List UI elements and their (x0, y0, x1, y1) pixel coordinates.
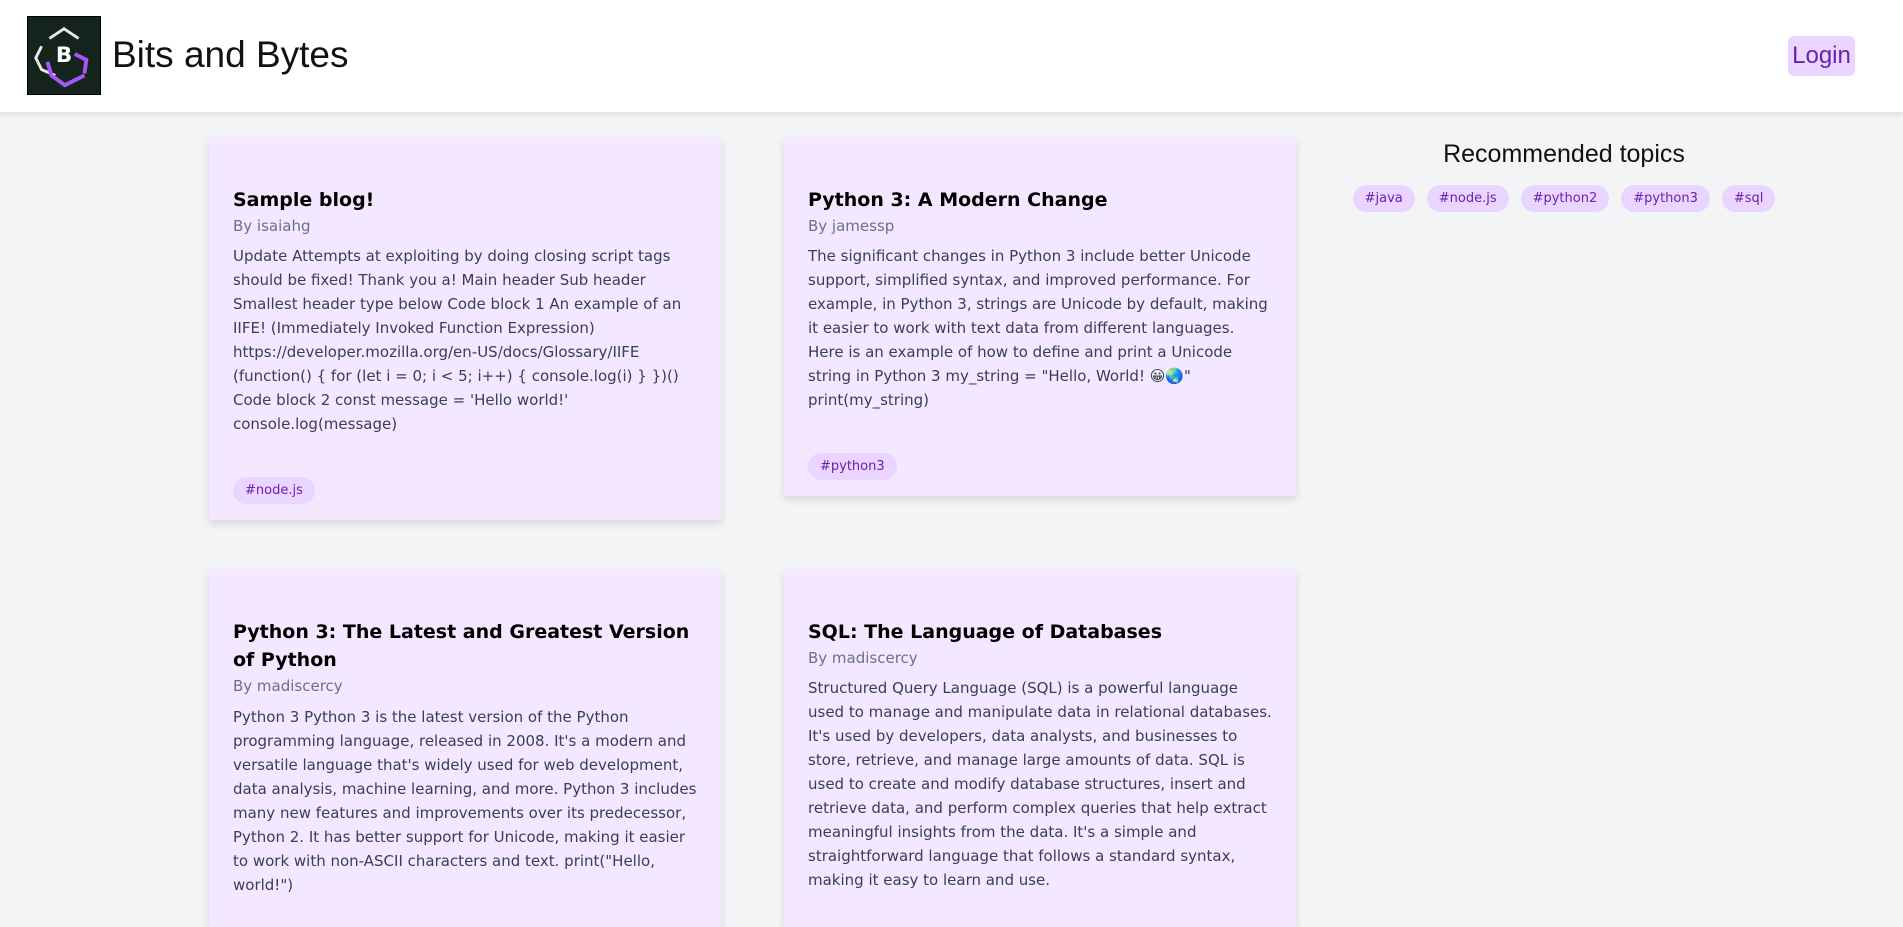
bits-and-bytes-logo-icon: B (34, 26, 89, 88)
topic-tag-sql[interactable]: #sql (1721, 185, 1776, 212)
blog-card-author: By jamessp (808, 217, 895, 235)
logo-letter: B (56, 43, 72, 68)
topic-tag-python3[interactable]: #python3 (1621, 185, 1710, 212)
topic-tag-nodejs[interactable]: #node.js (1426, 185, 1509, 212)
blog-card-excerpt: Structured Query Language (SQL) is a pow… (808, 679, 1272, 889)
blog-card-tag[interactable]: #python3 (808, 453, 897, 480)
recommended-topics-list: #java #node.js #python2 #python3 #sql (1352, 185, 1776, 212)
blog-card[interactable]: Sample blog! By isaiahg Update Attempts … (209, 137, 721, 520)
blog-card-author: By madiscercy (808, 649, 918, 667)
blog-card-tag[interactable]: #node.js (233, 477, 315, 504)
blog-card[interactable]: Python 3: A Modern Change By jamessp The… (784, 137, 1296, 496)
blog-card-excerpt: The significant changes in Python 3 incl… (808, 247, 1268, 409)
blog-card-title[interactable]: Python 3: The Latest and Greatest Versio… (233, 618, 697, 674)
blog-card-author: By isaiahg (233, 217, 311, 235)
topic-tag-python2[interactable]: #python2 (1520, 185, 1610, 212)
blog-card-title[interactable]: Sample blog! (233, 186, 697, 214)
login-button[interactable]: Login (1788, 36, 1855, 76)
site-logo[interactable]: B (27, 16, 101, 95)
blog-card-title[interactable]: Python 3: A Modern Change (808, 186, 1272, 214)
site-title[interactable]: Bits and Bytes (112, 32, 349, 78)
blog-card-excerpt: Python 3 Python 3 is the latest version … (233, 708, 697, 894)
blog-card[interactable]: SQL: The Language of Databases By madisc… (784, 569, 1296, 927)
blog-card[interactable]: Python 3: The Latest and Greatest Versio… (209, 569, 721, 927)
topic-tag-java[interactable]: #java (1352, 185, 1415, 212)
blog-card-title[interactable]: SQL: The Language of Databases (808, 618, 1272, 646)
site-header: B Bits and Bytes Login (0, 0, 1903, 113)
blog-card-author: By madiscercy (233, 677, 343, 695)
blog-card-excerpt: Update Attempts at exploiting by doing c… (233, 247, 682, 433)
recommended-topics-title: Recommended topics (1443, 140, 1685, 168)
